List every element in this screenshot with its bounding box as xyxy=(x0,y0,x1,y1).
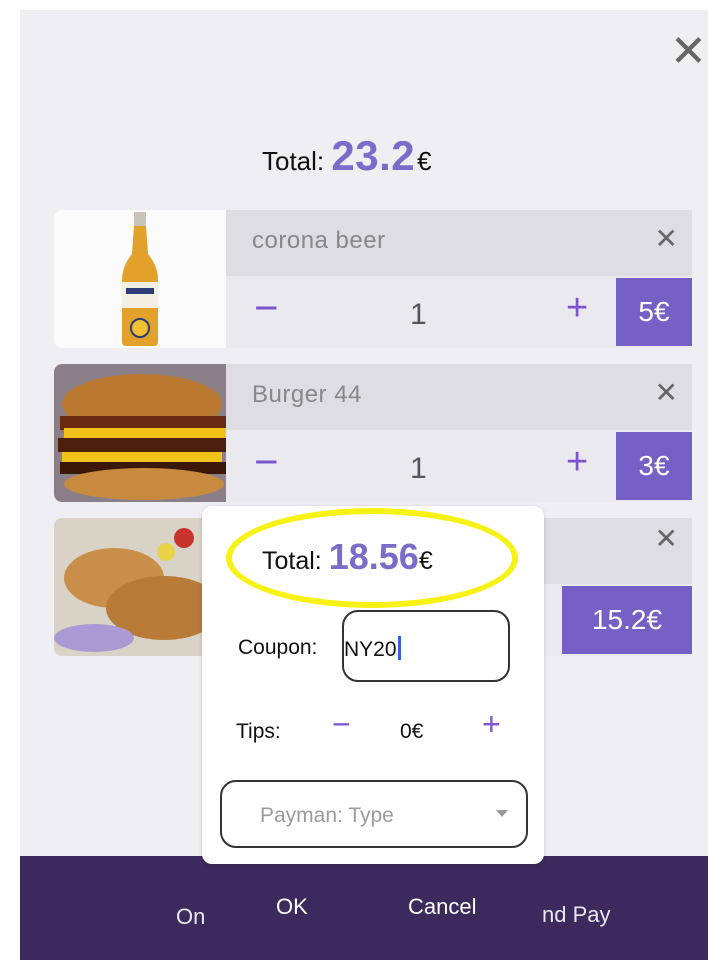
cart-item-burger: Burger 44 ✕ − 1 + 3€ xyxy=(54,364,692,502)
text-cursor xyxy=(397,636,401,660)
item-quantity: 1 xyxy=(410,298,427,331)
total-value: 23.2 xyxy=(331,132,416,179)
payment-type-select[interactable]: Payman: Type xyxy=(220,780,528,848)
checkout-dialog: Total: 18.56€ Coupon: NY20 Tips: − 0€ + … xyxy=(202,506,544,864)
cart-item-name: Burger 44 xyxy=(252,381,362,408)
coupon-value[interactable]: NY20 xyxy=(344,636,401,662)
ok-button[interactable]: OK xyxy=(276,894,308,920)
burger-image xyxy=(54,364,226,502)
coupon-text: NY20 xyxy=(344,638,397,661)
payment-type-placeholder: Payman: Type xyxy=(260,804,394,827)
tips-label: Tips: xyxy=(236,720,281,743)
dialog-total: Total: 18.56€ xyxy=(262,536,433,578)
item-quantity: 1 xyxy=(410,452,427,485)
cart-item-qty-row: − 1 + 3€ xyxy=(226,430,692,502)
confirm-and-pay-button[interactable]: nd Pay xyxy=(542,902,611,928)
cart-item-corona: corona beer ✕ − 1 + 5€ xyxy=(54,210,692,348)
decrease-qty-button[interactable]: − xyxy=(254,284,279,332)
tips-decrease-button[interactable]: − xyxy=(332,706,351,743)
item-price: 5€ xyxy=(616,278,692,346)
bottom-left-button[interactable]: On xyxy=(176,904,205,930)
remove-item-icon[interactable]: ✕ xyxy=(655,376,678,409)
dropdown-arrow-icon xyxy=(496,810,508,817)
dialog-actions: OK Cancel xyxy=(202,864,544,934)
cart-item-qty-row: − 1 + 5€ xyxy=(226,276,692,348)
dialog-total-label: Total: xyxy=(262,547,322,575)
dialog-total-value: 18.56 xyxy=(328,536,419,577)
cart-item-name-row: corona beer ✕ xyxy=(226,210,692,276)
skewers-image xyxy=(54,518,226,656)
cart-item-name-row: Burger 44 ✕ xyxy=(226,364,692,430)
remove-item-icon[interactable]: ✕ xyxy=(655,522,678,555)
cancel-button[interactable]: Cancel xyxy=(408,894,476,920)
cart-total: Total: 23.2€ xyxy=(262,132,432,180)
item-price: 3€ xyxy=(616,432,692,500)
increase-qty-button[interactable]: + xyxy=(566,284,588,332)
dialog-total-currency: € xyxy=(418,547,433,575)
total-currency: € xyxy=(417,146,432,176)
coupon-label: Coupon: xyxy=(238,636,318,659)
decrease-qty-button[interactable]: − xyxy=(254,438,279,486)
close-icon[interactable]: ✕ xyxy=(670,26,707,77)
beer-bottle-image xyxy=(54,210,226,348)
item-price: 15.2€ xyxy=(562,586,692,654)
tips-value: 0€ xyxy=(400,720,424,743)
tips-increase-button[interactable]: + xyxy=(482,706,501,743)
increase-qty-button[interactable]: + xyxy=(566,438,588,486)
remove-item-icon[interactable]: ✕ xyxy=(655,222,678,255)
total-label: Total: xyxy=(262,146,325,176)
cart-item-name: corona beer xyxy=(252,227,386,254)
